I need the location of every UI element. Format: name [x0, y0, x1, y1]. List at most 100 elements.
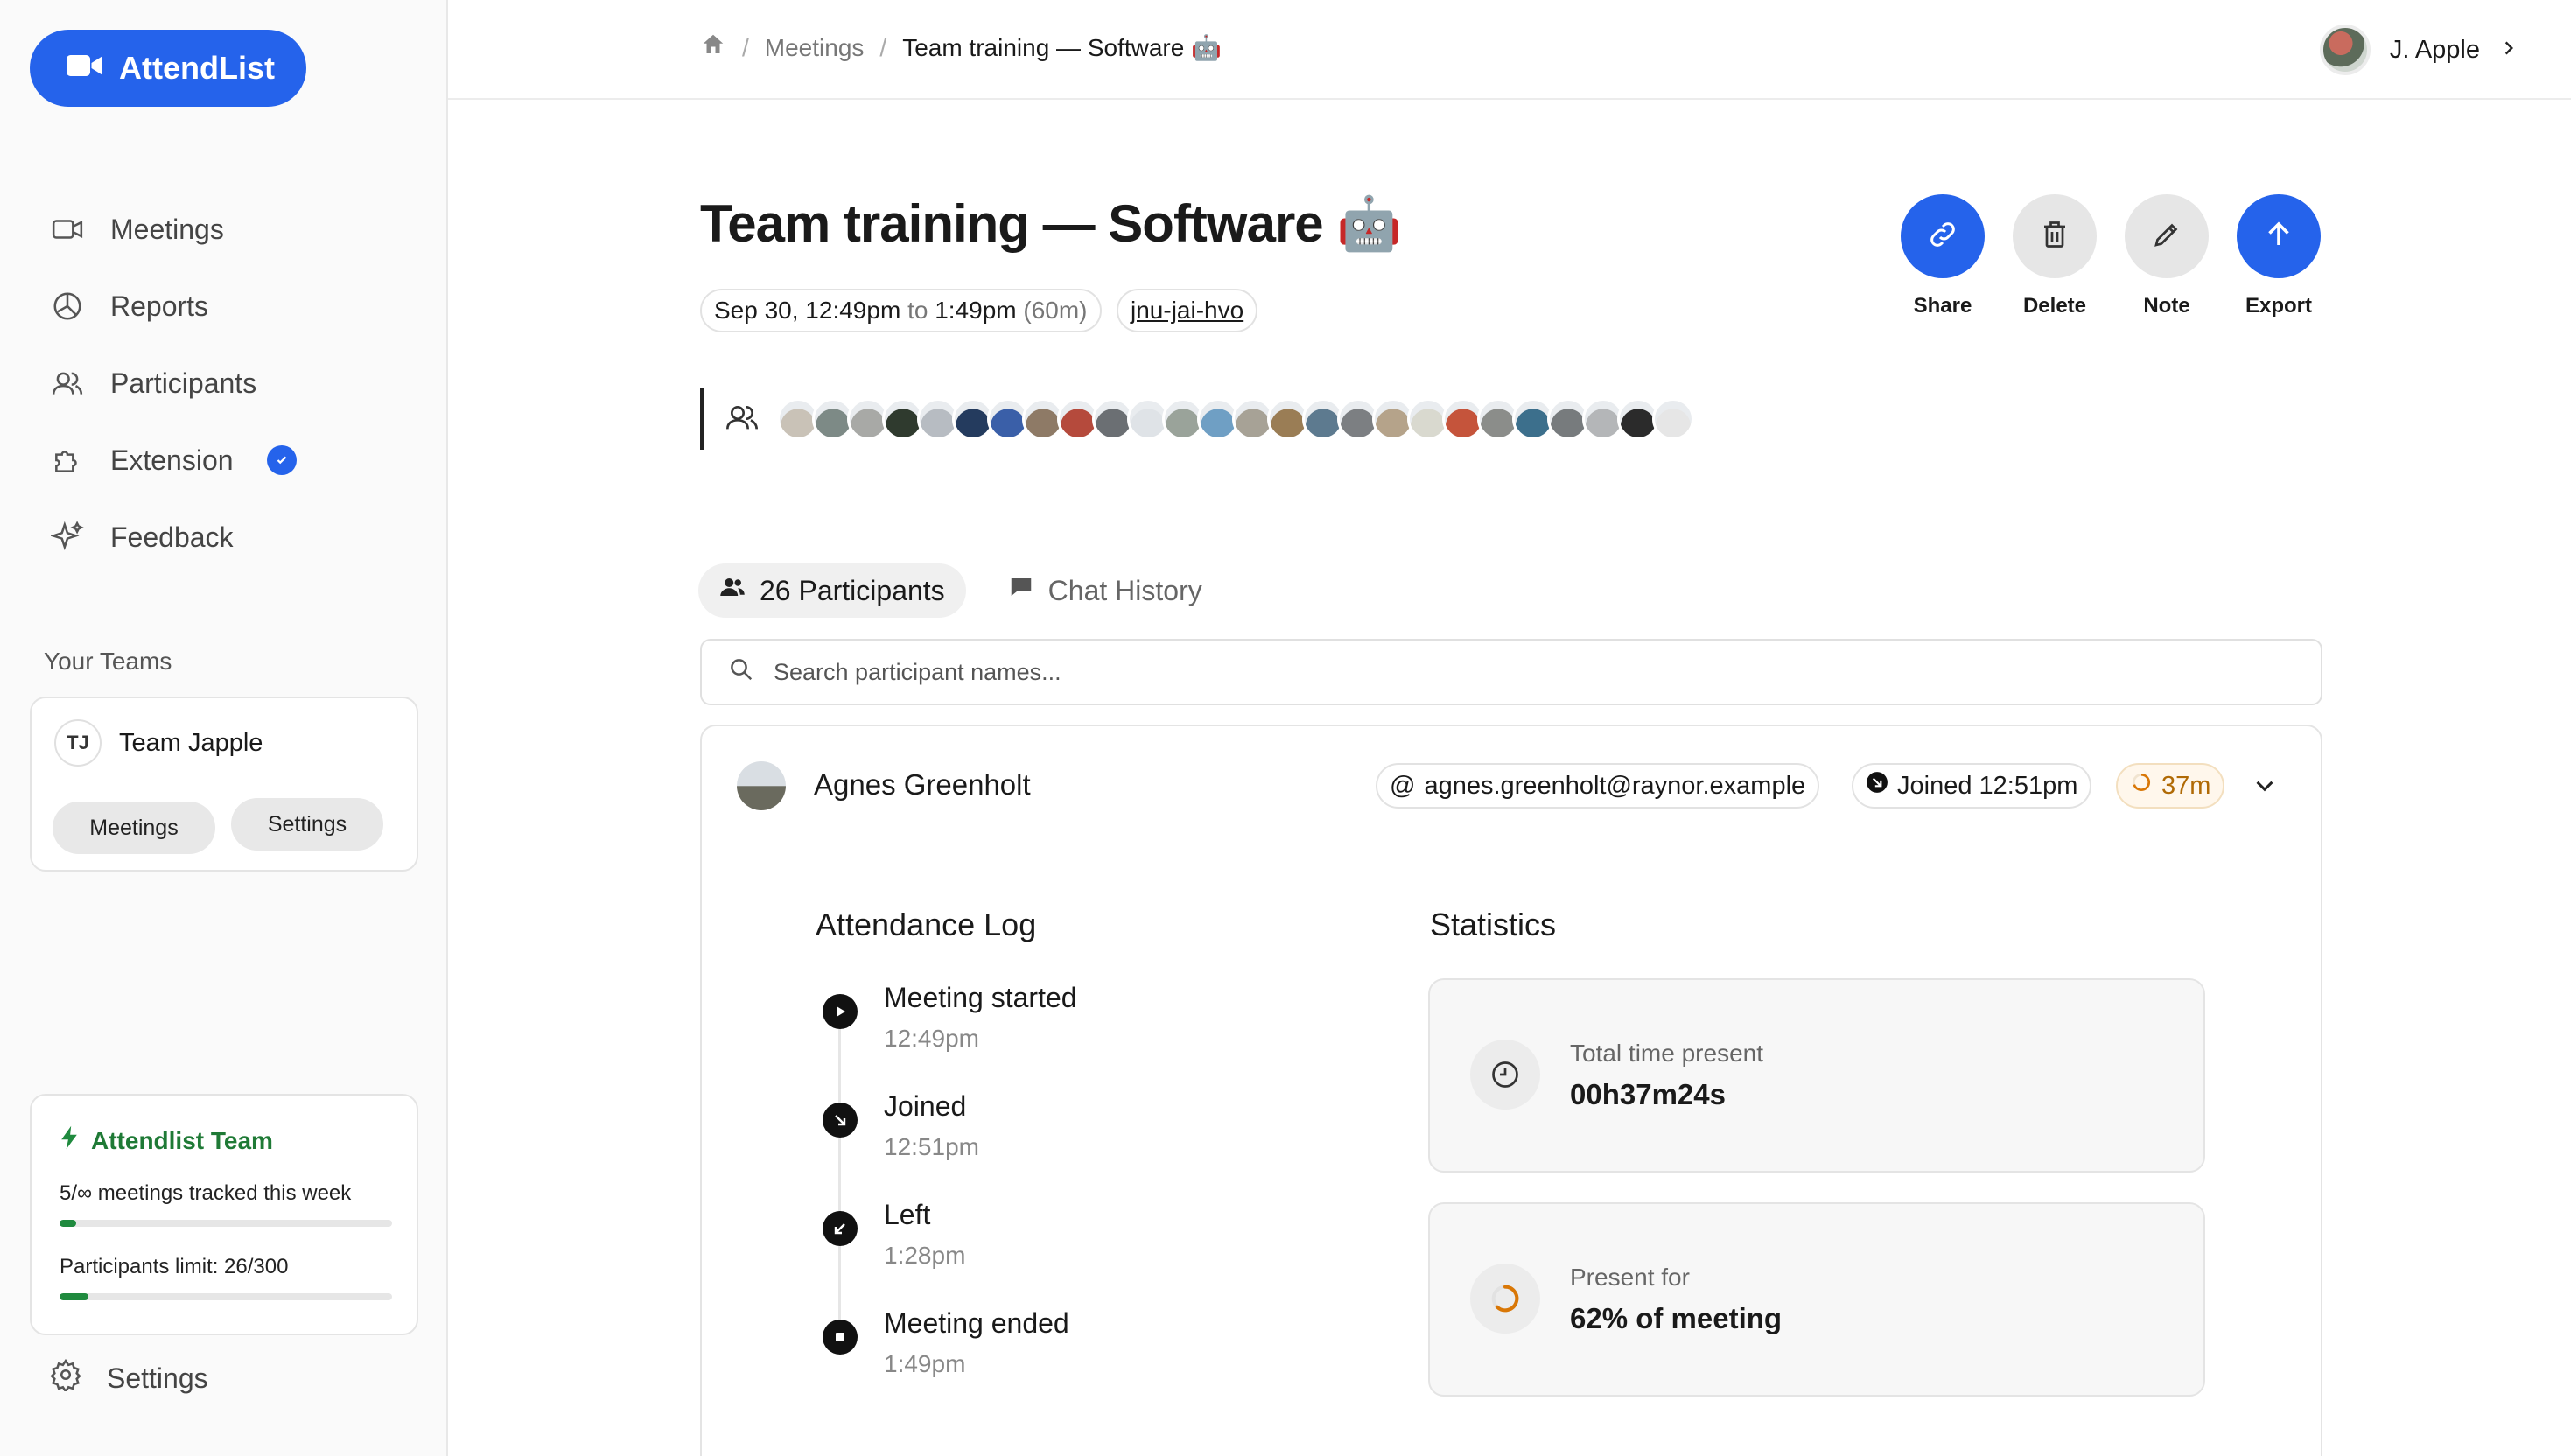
joined-chip: Joined 12:51pm: [1852, 763, 2092, 808]
arrow-down-right-icon: [823, 1102, 858, 1138]
sidebar-item-participants[interactable]: Participants: [49, 345, 297, 422]
stat-label: Total time present: [1570, 1040, 1763, 1067]
duration-value: 37m: [2161, 771, 2211, 800]
sidebar-item-meetings[interactable]: Meetings: [49, 191, 297, 268]
search-input[interactable]: Search participant names...: [774, 659, 1061, 686]
note-action[interactable]: Note: [2111, 194, 2223, 318]
meeting-end: 1:49pm: [935, 297, 1017, 324]
avatar-stack: [777, 398, 1694, 440]
meetings-progress-bar: [60, 1220, 392, 1227]
log-time: 12:51pm: [884, 1133, 979, 1160]
user-menu[interactable]: J. Apple: [2319, 24, 2518, 75]
tab-chat-label: Chat History: [1047, 574, 1202, 606]
stat-value: 62% of meeting: [1570, 1302, 1783, 1334]
share-button[interactable]: [1901, 194, 1985, 278]
log-item: Joined 12:51pm: [823, 1090, 1077, 1199]
lightning-icon: [60, 1125, 79, 1156]
tab-bar: 26 Participants Chat History: [698, 564, 1223, 618]
attendance-log-title: Attendance Log: [816, 906, 1037, 942]
log-item: Meeting ended 1:49pm: [823, 1307, 1077, 1416]
participant-avatar[interactable]: [1652, 398, 1694, 440]
meeting-code-chip[interactable]: jnu-jai-hvo: [1117, 289, 1258, 332]
arrow-up-icon: [2263, 219, 2294, 255]
stop-icon: [823, 1320, 858, 1354]
clock-icon: [1470, 1040, 1540, 1110]
users-icon: [719, 574, 746, 607]
progress-ring-icon: [2130, 771, 2153, 801]
sidebar-item-label: Feedback: [110, 521, 234, 553]
plan-name: Attendlist Team: [91, 1126, 273, 1154]
users-icon: [49, 365, 86, 402]
tab-participants-label: 26 Participants: [760, 574, 945, 606]
video-camera-icon: [67, 50, 103, 87]
team-name: Team Japple: [119, 728, 263, 757]
sidebar-item-label: Extension: [110, 444, 234, 476]
log-item: Left 1:28pm: [823, 1199, 1077, 1307]
participant-email-chip[interactable]: @ agnes.greenholt@raynor.example: [1376, 763, 1820, 808]
settings-label: Settings: [107, 1362, 208, 1394]
stat-value: 00h37m24s: [1570, 1078, 1726, 1110]
chevron-down-icon[interactable]: [2252, 774, 2277, 802]
team-avatar: TJ: [54, 719, 102, 766]
statistics-title: Statistics: [1430, 906, 1557, 942]
team-meetings-button[interactable]: Meetings: [53, 802, 215, 854]
sidebar-item-feedback[interactable]: Feedback: [49, 499, 297, 576]
arrow-down-left-icon: [823, 1211, 858, 1246]
delete-button[interactable]: [2013, 194, 2097, 278]
chat-icon: [1008, 574, 1034, 607]
joined-time: Joined 12:51pm: [1897, 771, 2078, 800]
log-time: 12:49pm: [884, 1025, 979, 1052]
search-icon: [728, 656, 754, 689]
participants-limit-text: Participants limit: 26/300: [60, 1255, 289, 1278]
breadcrumb-meetings[interactable]: Meetings: [765, 34, 865, 62]
export-action[interactable]: Export: [2223, 194, 2335, 318]
export-label: Export: [2245, 294, 2312, 318]
participants-progress-fill: [60, 1293, 89, 1300]
meeting-start: Sep 30, 12:49pm: [714, 297, 901, 324]
sidebar: AttendList Meetings Reports Participants…: [0, 0, 448, 1456]
sidebar-item-extension[interactable]: Extension: [49, 422, 297, 499]
chevron-right-icon: [2499, 36, 2518, 65]
tab-participants[interactable]: 26 Participants: [698, 564, 966, 618]
meetings-tracked-text: 5/∞ meetings tracked this week: [60, 1181, 352, 1205]
page-title: Team training — Software 🤖: [700, 194, 1402, 253]
tab-chat-history[interactable]: Chat History: [987, 564, 1223, 618]
breadcrumb-separator: /: [742, 33, 749, 61]
sidebar-item-reports[interactable]: Reports: [49, 268, 297, 345]
log-event: Joined: [884, 1090, 967, 1122]
sidebar-item-label: Meetings: [110, 213, 224, 245]
play-icon: [823, 994, 858, 1029]
attendance-log: Meeting started 12:49pm Joined 12:51pm Lef…: [823, 982, 1077, 1416]
your-teams-label: Your Teams: [44, 648, 172, 675]
breadcrumb: / Meetings / Team training — Software 🤖: [700, 32, 1222, 64]
log-item: Meeting started 12:49pm: [823, 982, 1077, 1090]
participant-search[interactable]: Search participant names...: [700, 639, 2322, 705]
pie-chart-icon: [49, 288, 86, 325]
meeting-time-chip: Sep 30, 12:49pm to 1:49pm (60m): [700, 289, 1102, 332]
stat-present-for: Present for 62% of meeting: [1428, 1202, 2205, 1396]
joined-icon: [1866, 771, 1888, 801]
sidebar-item-settings[interactable]: Settings: [49, 1358, 208, 1398]
participant-name: Agnes Greenholt: [814, 768, 1031, 801]
verified-check-icon: [266, 445, 297, 475]
delete-action[interactable]: Delete: [1999, 194, 2111, 318]
share-action[interactable]: Share: [1887, 194, 1999, 318]
meeting-duration: (60m): [1023, 297, 1088, 324]
sidebar-nav: Meetings Reports Participants Extension …: [49, 191, 297, 576]
user-avatar: [2319, 24, 2371, 75]
note-button[interactable]: [2125, 194, 2209, 278]
log-time: 1:28pm: [884, 1242, 966, 1269]
puzzle-icon: [49, 442, 86, 479]
app-logo-button[interactable]: AttendList: [30, 30, 306, 107]
home-icon[interactable]: [700, 32, 726, 64]
team-header[interactable]: TJ Team Japple: [54, 719, 263, 766]
app-name: AttendList: [119, 50, 275, 86]
link-icon: [1927, 219, 1958, 255]
meeting-to: to: [907, 297, 928, 324]
team-settings-button[interactable]: Settings: [231, 798, 383, 850]
export-button[interactable]: [2237, 194, 2321, 278]
delete-label: Delete: [2022, 294, 2087, 318]
gear-icon: [49, 1358, 82, 1398]
participant-avatars: [700, 388, 1694, 450]
participants-progress-bar: [60, 1293, 392, 1300]
